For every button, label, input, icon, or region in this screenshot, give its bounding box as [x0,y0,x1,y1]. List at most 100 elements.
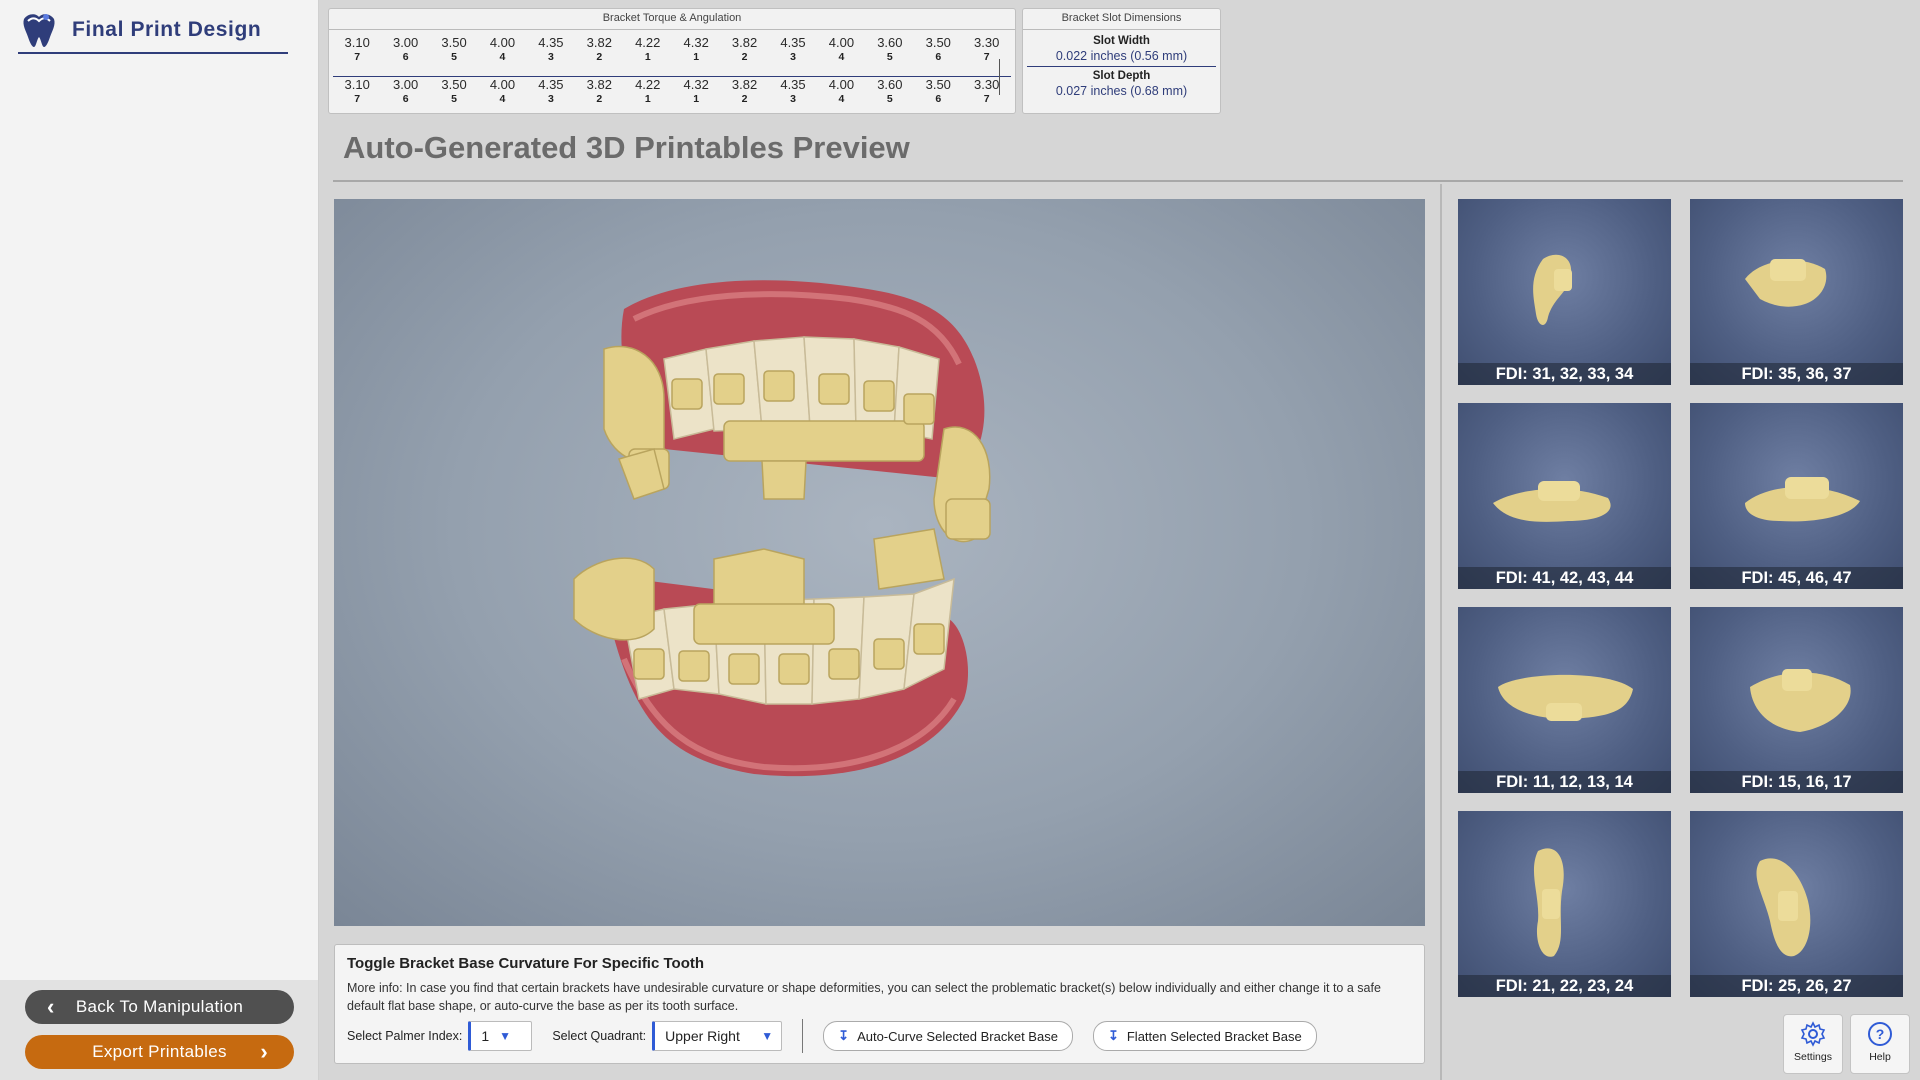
torque-cell: 4.00 4 [478,36,526,64]
printable-thumbnail[interactable]: FDI: 15, 16, 17 [1690,607,1903,793]
torque-cell: 4.22 1 [624,78,672,106]
bracket-model-render [1493,481,1611,522]
torque-cell: 3.50 6 [914,78,962,106]
thumbnail-label: FDI: 21, 22, 23, 24 [1458,975,1671,997]
tooth-number: 1 [693,93,700,105]
printable-thumbnail[interactable]: FDI: 11, 12, 13, 14 [1458,607,1671,793]
tooth-number: 3 [790,51,796,63]
bracket-curvature-panel: Toggle Bracket Base Curvature For Specif… [334,944,1425,1064]
settings-label: Settings [1794,1051,1832,1063]
curvature-panel-title: Toggle Bracket Base Curvature For Specif… [347,955,705,972]
torque-cell: 4.35 3 [527,78,575,106]
quadrant-select[interactable]: Upper Right ▼ [652,1021,783,1051]
torque-value: 4.35 [780,77,806,92]
tooth-number: 5 [451,93,457,105]
slot-dimensions-panel: Bracket Slot Dimensions Slot Width 0.022… [1022,8,1221,114]
slot-depth-label: Slot Depth [1092,70,1151,82]
torque-cell: 3.50 5 [430,78,478,106]
torque-cell: 3.82 2 [720,78,768,106]
tooth-number: 5 [886,93,893,105]
torque-cell: 3.10 7 [333,78,381,106]
torque-value: 3.50 [925,77,951,92]
slot-divider [1027,66,1216,67]
torque-value: 3.82 [586,77,612,92]
download-icon: ↧ [1107,1028,1119,1043]
torque-cell: 3.60 5 [866,36,914,64]
palmer-index-label: Select Palmer Index: [347,1029,463,1043]
torque-value: 4.35 [538,35,564,50]
printable-thumbnail[interactable]: FDI: 31, 32, 33, 34 [1458,199,1671,385]
printable-thumbnail[interactable]: FDI: 35, 36, 37 [1690,199,1903,385]
help-label: Help [1869,1051,1891,1063]
printable-thumbnail[interactable]: FDI: 21, 22, 23, 24 [1458,811,1671,997]
back-button-label: Back To Manipulation [75,997,244,1016]
dental-model-render [573,280,991,777]
torque-value: 3.50 [925,35,951,50]
flatten-label: Flatten Selected Bracket Base [1126,1028,1302,1044]
slot-depth-value: 0.027 inches (0.68 mm) [1055,84,1188,98]
controls-divider [802,1019,804,1053]
torque-value: 4.22 [635,35,661,50]
thumbnail-label: FDI: 15, 16, 17 [1690,771,1903,793]
torque-value: 4.00 [489,77,516,92]
tooth-number: 6 [402,51,409,63]
torque-value: 4.00 [828,35,855,50]
flatten-base-button[interactable]: ↧ Flatten Selected Bracket Base [1092,1021,1317,1051]
printable-thumbnail[interactable]: FDI: 41, 42, 43, 44 [1458,403,1671,589]
page-title: Auto-Generated 3D Printables Preview [343,130,910,165]
torque-table-title: Bracket Torque & Angulation [329,9,1015,30]
auto-curve-button[interactable]: ↧ Auto-Curve Selected Bracket Base [823,1021,1073,1051]
bracket-model-render [1533,848,1564,957]
quadrant-label: Select Quadrant: [552,1029,647,1043]
help-button[interactable]: ? Help [1850,1014,1910,1074]
bracket-model-render [1498,674,1633,721]
slot-width: Slot Width 0.022 inches (0.56 mm) [1023,34,1220,64]
torque-cell: 3.82 2 [720,36,768,64]
chevron-down-icon: ▼ [499,1029,512,1043]
bracket-model-render [1756,858,1811,957]
tooth-logo-icon [23,14,55,47]
torque-value: 3.30 [974,35,1000,50]
torque-value: 3.82 [731,35,758,50]
torque-cell: 4.35 3 [769,36,817,64]
3d-preview-viewport[interactable] [334,199,1425,926]
gear-icon [1800,1021,1826,1047]
tooth-number: 2 [596,93,603,105]
slot-width-label: Slot Width [1093,35,1150,47]
tooth-number: 2 [741,51,748,63]
torque-cell: 3.00 6 [381,78,429,106]
export-printables-button[interactable]: Export Printables › [25,1035,294,1069]
tooth-number: 1 [644,93,651,105]
tooth-number: 7 [354,93,361,105]
tooth-number: 4 [838,51,845,63]
tooth-number: 5 [451,51,457,63]
bracket-model-render [1745,477,1860,522]
tooth-number: 4 [499,93,506,105]
torque-value: 3.82 [731,77,758,92]
torque-cell: 4.35 3 [527,36,575,64]
upper-arch-row: 3.10 7 3.00 6 3.50 5 4.00 4 4.35 3 3.82 2 4.22 1 4.32 1… [333,36,1011,64]
torque-cell: 3.82 2 [575,36,623,64]
torque-value: 3.00 [392,77,419,92]
torque-cell: 3.00 6 [381,36,429,64]
thumbnail-label: FDI: 35, 36, 37 [1690,363,1903,385]
torque-value: 3.10 [344,77,370,92]
printable-thumbnail[interactable]: FDI: 25, 26, 27 [1690,811,1903,997]
tooth-number: 6 [935,93,942,105]
torque-cell: 4.35 3 [769,78,817,106]
torque-value: 4.00 [489,35,516,50]
arch-divider [333,76,1011,77]
torque-cell: 3.30 7 [962,78,1010,106]
heading-divider [333,180,1903,182]
tooth-number: 2 [741,93,748,105]
back-to-manipulation-button[interactable]: ‹ Back To Manipulation [25,990,294,1024]
torque-cell: 4.00 4 [817,36,865,64]
printable-thumbnail[interactable]: FDI: 45, 46, 47 [1690,403,1903,589]
palmer-index-select[interactable]: 1 ▼ [468,1021,533,1051]
settings-button[interactable]: Settings [1783,1014,1843,1074]
torque-cell: 3.10 7 [333,36,381,64]
help-icon: ? [1868,1022,1892,1046]
bracket-model-render [1533,254,1572,325]
tooth-number: 4 [838,93,845,105]
torque-cell: 4.32 1 [672,36,720,64]
